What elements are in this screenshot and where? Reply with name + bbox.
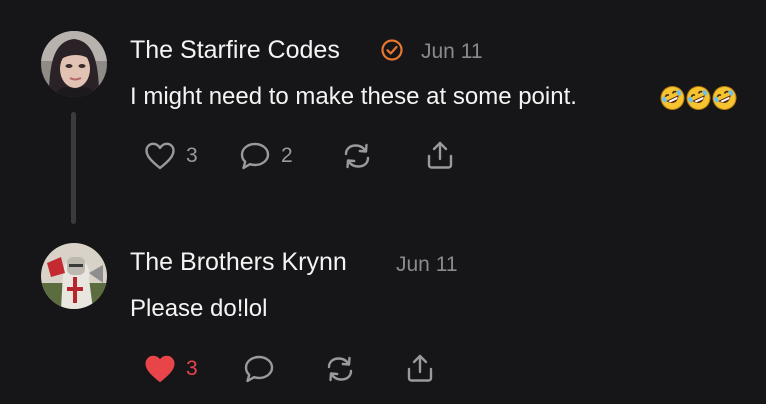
comment-date[interactable]: Jun 11 [421,40,483,64]
restack-button[interactable] [324,354,356,384]
comment-date[interactable]: Jun 11 [396,253,458,277]
share-upload-icon [407,354,433,382]
rolling-on-floor-laughing-icon [660,86,685,110]
like-button[interactable]: 3 [144,141,198,171]
speech-bubble-icon [244,355,274,383]
share-button[interactable] [424,139,456,171]
heart-filled-icon [145,355,175,382]
reply-button[interactable] [243,354,275,384]
like-count: 3 [186,144,198,167]
restack-arrows-icon [344,143,370,169]
restack-arrows-icon [327,356,353,382]
rolling-on-floor-laughing-icon [686,86,711,110]
avatar[interactable] [41,31,107,97]
comment-text: Please do!lol [130,295,268,322]
comment-thread: The Starfire Codes Jun 11 I might need t… [0,0,766,404]
thread-connector-line [71,112,76,224]
speech-bubble-icon [240,142,270,170]
verified-check-icon [381,39,403,61]
share-button[interactable] [404,352,436,384]
reply-count: 2 [281,144,293,167]
heart-icon [145,142,175,170]
author-name[interactable]: The Starfire Codes [130,36,340,65]
reply-button[interactable]: 2 [239,141,293,171]
emoji-group [658,84,737,112]
author-name[interactable]: The Brothers Krynn [130,248,347,277]
share-upload-icon [427,141,453,169]
avatar[interactable] [41,243,107,309]
like-count: 3 [186,357,198,380]
restack-button[interactable] [341,141,373,171]
like-button[interactable]: 3 [144,354,198,384]
rolling-on-floor-laughing-icon [712,86,737,110]
comment-text: I might need to make these at some point… [130,83,577,110]
